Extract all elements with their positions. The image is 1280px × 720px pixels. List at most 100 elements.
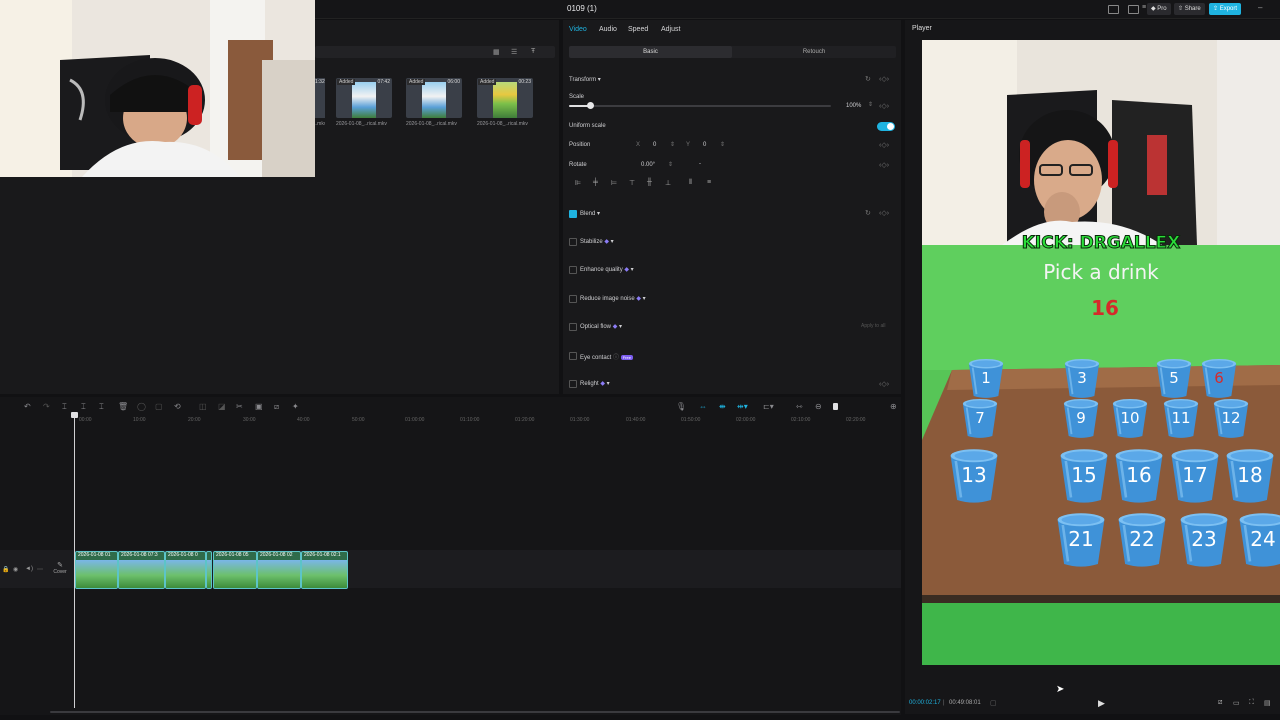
crop-icon[interactable]: ⧄ <box>274 402 279 412</box>
pro-button[interactable]: ◆ Pro <box>1147 3 1171 15</box>
subtab-basic[interactable]: Basic <box>569 46 732 58</box>
relight-keyframe-icon[interactable]: ‹◇› <box>879 380 889 388</box>
more-player-icon[interactable]: ▤ <box>1264 699 1271 707</box>
media-thumb[interactable]: Added 06:00 <box>406 78 462 118</box>
relight-heading[interactable]: Relight ◆ ▾ <box>580 380 610 387</box>
timeline-scrollbar[interactable] <box>50 711 900 713</box>
enhance-quality-heading[interactable]: Enhance quality ◆ ▾ <box>580 266 634 273</box>
align-left-icon[interactable]: ⊫ <box>575 179 581 187</box>
ratio-icon[interactable]: ▭ <box>1233 699 1240 707</box>
playhead[interactable] <box>74 414 75 708</box>
smart-icon[interactable]: ✦ <box>292 402 299 411</box>
zoom-slider[interactable] <box>833 403 838 410</box>
rotate-flip-dash[interactable]: - <box>699 161 701 167</box>
align-top-icon[interactable]: ⊤ <box>629 179 635 187</box>
blend-checkbox[interactable] <box>569 210 577 218</box>
tab-video[interactable]: Video <box>569 26 587 33</box>
delete-icon[interactable]: 🗑 <box>118 402 128 411</box>
enhance-quality-checkbox[interactable] <box>569 266 577 274</box>
subtab-retouch[interactable]: Retouch <box>732 46 896 58</box>
scale-keyframe-icon[interactable]: ‹◇› <box>879 102 889 110</box>
rotate-keyframe-icon[interactable]: ‹◇› <box>879 161 889 169</box>
timeline-clip[interactable]: 2026-01-08 05 <box>213 551 257 589</box>
align-right-icon[interactable]: ⊨ <box>611 179 617 187</box>
scale-value[interactable]: 100% <box>846 103 861 109</box>
track-more-icon[interactable]: ⋯ <box>37 566 43 573</box>
relight-checkbox[interactable] <box>569 380 577 388</box>
frame-icon[interactable]: ▣ <box>255 402 263 411</box>
rotate-clip-icon[interactable]: ◪ <box>218 402 226 411</box>
hide-track-icon[interactable]: ◉ <box>13 566 18 573</box>
optical-flow-checkbox[interactable] <box>569 323 577 331</box>
playhead-handle[interactable] <box>71 412 78 418</box>
sort-icon[interactable]: ☰ <box>511 48 517 56</box>
mic-icon[interactable]: 🎙 <box>676 402 686 411</box>
tab-audio[interactable]: Audio <box>599 26 617 33</box>
fit-icon[interactable]: ⇿ <box>796 402 803 411</box>
transform-heading[interactable]: Transform ▾ <box>569 76 601 83</box>
position-y-stepper-icon[interactable]: ⇕ <box>720 141 725 148</box>
timeline-clip[interactable] <box>206 551 212 589</box>
cover-button[interactable]: ✎ Cover <box>51 561 69 575</box>
timeline-clip[interactable]: 2026-01-08 02:1 <box>301 551 348 589</box>
apply-to-all-button[interactable]: Apply to all <box>861 323 885 329</box>
snap-icon[interactable]: ⇹▾ <box>737 402 748 411</box>
shortcut-icon[interactable] <box>1128 5 1139 14</box>
freeze-icon[interactable]: ▢ <box>155 402 163 411</box>
reverse-icon[interactable]: ⟲ <box>174 402 181 411</box>
media-thumb[interactable]: Added 07:42 <box>336 78 392 118</box>
eye-contact-checkbox[interactable] <box>569 352 577 360</box>
position-y-input[interactable]: 0 <box>703 142 706 148</box>
preview-axis-icon[interactable]: ⊏▾ <box>763 402 774 411</box>
crop-magic-icon[interactable]: ✂ <box>236 402 243 411</box>
eye-contact-heading[interactable]: Eye contact ⓘ Free <box>580 352 633 361</box>
split-left-icon[interactable]: ⌶ <box>81 402 86 412</box>
scale-slider-knob[interactable] <box>586 102 594 109</box>
timeline-clip[interactable]: 2026-01-08 0 <box>165 551 206 589</box>
distribute-h-icon[interactable]: ⫴ <box>689 179 692 187</box>
video-preview[interactable]: KICK: DRGALLEX Pick a drink 16 1 3 5 6 7 9 10 1… <box>922 40 1280 665</box>
media-thumb[interactable]: Added 00:23 <box>477 78 533 118</box>
scale-slider-track[interactable] <box>569 105 831 107</box>
reduce-noise-checkbox[interactable] <box>569 295 577 303</box>
align-center-v-icon[interactable]: ╫ <box>647 179 652 186</box>
position-keyframe-icon[interactable]: ‹◇› <box>879 141 889 149</box>
export-button[interactable]: ⇪ Export <box>1209 3 1242 15</box>
filter-icon[interactable]: Ŧ <box>531 48 535 55</box>
tab-speed[interactable]: Speed <box>628 26 648 33</box>
play-button[interactable]: ▶ <box>1098 698 1105 709</box>
link-main-track-icon[interactable]: ⇔ <box>699 402 707 411</box>
lock-track-icon[interactable]: 🔒 <box>2 566 9 573</box>
menu-icon[interactable]: ≡ <box>1142 4 1146 11</box>
tab-adjust[interactable]: Adjust <box>661 26 680 33</box>
grid-view-icon[interactable]: ▦ <box>493 48 500 56</box>
optical-flow-heading[interactable]: Optical flow ◆ ▾ <box>580 323 622 330</box>
keyframe-icon[interactable]: ‹◇› <box>879 75 889 83</box>
stabilize-checkbox[interactable] <box>569 238 577 246</box>
blend-keyframe-icon[interactable]: ‹◇› <box>879 209 889 217</box>
scale-stepper-icon[interactable]: ⇕ <box>868 101 873 108</box>
rotate-input[interactable]: 0.00° <box>641 162 655 168</box>
position-x-input[interactable]: 0 <box>653 142 656 148</box>
align-center-h-icon[interactable]: ╪ <box>593 179 598 186</box>
uniform-scale-toggle[interactable] <box>877 122 895 131</box>
timeline-clip[interactable]: 2026-01-08 07:3 <box>118 551 165 589</box>
redo-icon[interactable]: ↷ <box>43 402 50 411</box>
mirror-icon[interactable]: ◫ <box>199 402 207 411</box>
distribute-v-icon[interactable]: ≡ <box>707 179 711 186</box>
reset-transform-icon[interactable]: ↻ <box>865 75 871 83</box>
linkage-icon[interactable]: ⇼ <box>719 402 726 411</box>
minimize-icon[interactable]: – <box>1258 3 1262 12</box>
timeline-clip[interactable]: 2026-01-08 01 <box>75 551 118 589</box>
zoom-in-icon[interactable]: ⊕ <box>890 402 897 411</box>
fullscreen-icon[interactable]: ⛶ <box>1249 699 1254 707</box>
reduce-noise-heading[interactable]: Reduce image noise ◆ ▾ <box>580 295 646 302</box>
marker-icon[interactable]: ◯ <box>137 402 146 411</box>
zoom-out-icon[interactable]: ⊖ <box>815 402 822 411</box>
align-bottom-icon[interactable]: ⊥ <box>665 179 671 187</box>
split-icon[interactable]: ⌶ <box>62 402 67 412</box>
timeline-clip[interactable]: 2026-01-08 02 <box>257 551 301 589</box>
crop-preview-icon[interactable]: ⧄ <box>1218 699 1222 707</box>
blend-heading[interactable]: Blend ▾ <box>580 210 600 217</box>
position-x-stepper-icon[interactable]: ⇕ <box>670 141 675 148</box>
